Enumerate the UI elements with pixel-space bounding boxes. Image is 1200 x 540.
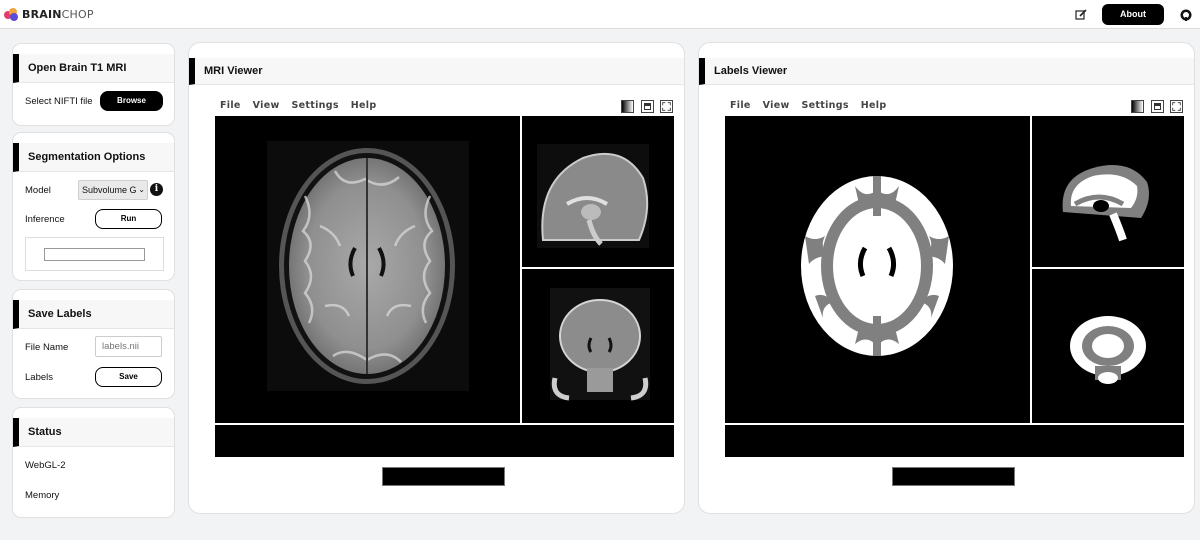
mri-location-bar bbox=[382, 467, 505, 486]
segmentation-options-card: Segmentation Options Model Subvolume G ⌄… bbox=[12, 132, 175, 281]
colormap-icon[interactable] bbox=[1131, 100, 1144, 113]
top-bar: BRAINCHOP About bbox=[0, 0, 1200, 29]
mri-viewer-panel: MRI Viewer File View Settings Help bbox=[188, 42, 685, 514]
menu-settings[interactable]: Settings bbox=[292, 100, 339, 111]
file-name-label: File Name bbox=[25, 342, 69, 353]
github-icon[interactable] bbox=[1180, 9, 1192, 21]
progress-bar bbox=[44, 248, 145, 261]
labels-canvas[interactable] bbox=[725, 116, 1184, 457]
browse-button[interactable]: Browse bbox=[100, 91, 163, 111]
status-item-webgl: WebGL-2 bbox=[25, 460, 66, 471]
mri-slices-image bbox=[267, 116, 674, 457]
labels-viewer-title: Labels Viewer bbox=[699, 58, 1194, 85]
run-button[interactable]: Run bbox=[95, 209, 162, 229]
edit-icon[interactable] bbox=[1075, 9, 1087, 21]
save-button[interactable]: Save bbox=[95, 367, 162, 387]
status-card: Status WebGL-2 Memory bbox=[12, 407, 175, 518]
brain-logo-icon bbox=[4, 7, 19, 21]
fullscreen-icon[interactable] bbox=[660, 100, 673, 113]
colormap-icon[interactable] bbox=[621, 100, 634, 113]
model-select-value: Subvolume G bbox=[82, 185, 137, 195]
open-mri-card: Open Brain T1 MRI Select NIFTI file Brow… bbox=[12, 43, 175, 126]
menu-file[interactable]: File bbox=[220, 100, 241, 111]
select-nifti-label: Select NIFTI file bbox=[25, 96, 93, 107]
menu-help[interactable]: Help bbox=[861, 100, 887, 111]
status-title: Status bbox=[13, 418, 174, 447]
labels-location-bar bbox=[892, 467, 1015, 486]
mri-viewer-menubar: File View Settings Help bbox=[220, 100, 376, 111]
save-labels-card: Save Labels File Name Labels Save bbox=[12, 289, 175, 399]
model-label: Model bbox=[25, 185, 51, 196]
open-mri-title: Open Brain T1 MRI bbox=[13, 54, 174, 83]
chevron-down-icon: ⌄ bbox=[138, 185, 145, 194]
info-icon[interactable]: i bbox=[150, 183, 163, 196]
labels-viewer-panel: Labels Viewer File View Settings Help bbox=[698, 42, 1195, 514]
mri-viewer-title: MRI Viewer bbox=[189, 58, 684, 85]
menu-file[interactable]: File bbox=[730, 100, 751, 111]
logo-text: BRAINCHOP bbox=[22, 7, 94, 21]
menu-view[interactable]: View bbox=[763, 100, 790, 111]
segmentation-options-title: Segmentation Options bbox=[13, 143, 174, 172]
labels-label: Labels bbox=[25, 372, 53, 383]
layout-icon[interactable] bbox=[641, 100, 654, 113]
fullscreen-icon[interactable] bbox=[1170, 100, 1183, 113]
file-name-input[interactable] bbox=[95, 336, 162, 357]
mri-canvas[interactable] bbox=[215, 116, 674, 457]
inference-label: Inference bbox=[25, 214, 65, 225]
label-slices-image bbox=[801, 116, 1184, 457]
model-select[interactable]: Subvolume G ⌄ bbox=[78, 180, 148, 200]
menu-view[interactable]: View bbox=[253, 100, 280, 111]
save-labels-title: Save Labels bbox=[13, 300, 174, 329]
labels-viewer-menubar: File View Settings Help bbox=[730, 100, 886, 111]
menu-settings[interactable]: Settings bbox=[802, 100, 849, 111]
layout-icon[interactable] bbox=[1151, 100, 1164, 113]
labels-colorbar-area bbox=[725, 423, 1184, 457]
about-button[interactable]: About bbox=[1102, 4, 1164, 25]
status-item-memory: Memory bbox=[25, 490, 60, 501]
mri-colorbar-area bbox=[215, 423, 674, 457]
menu-help[interactable]: Help bbox=[351, 100, 377, 111]
brainchop-logo[interactable]: BRAINCHOP bbox=[4, 7, 94, 21]
progress-box bbox=[25, 237, 164, 271]
